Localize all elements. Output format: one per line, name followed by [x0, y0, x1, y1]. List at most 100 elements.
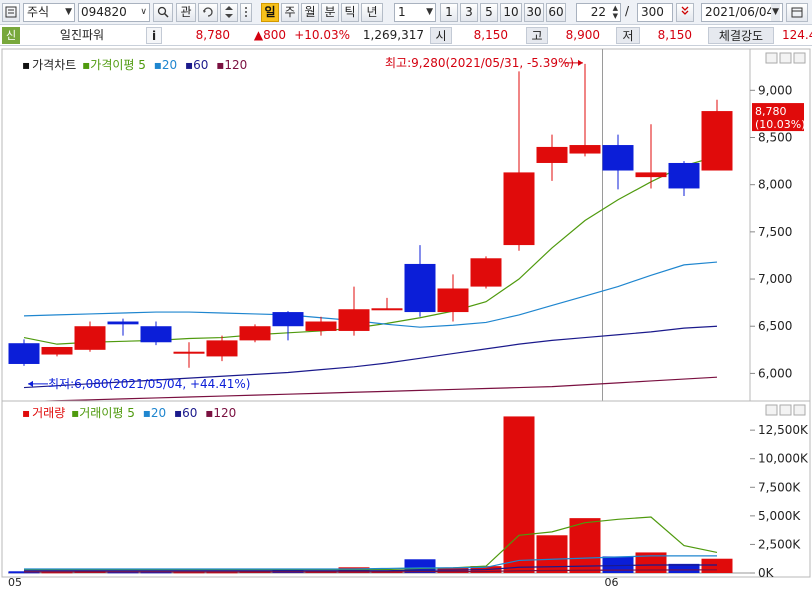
stepper-button[interactable]: [220, 3, 238, 22]
sync-button[interactable]: [198, 3, 218, 22]
candle-body: [404, 263, 436, 313]
volume-bar: [701, 558, 733, 573]
candle-body: [107, 321, 139, 325]
legend-vma60: ▪60: [173, 406, 198, 420]
total-count-value: 300: [641, 5, 664, 19]
candle-body: [338, 309, 370, 331]
legend-vma20-label: 20: [150, 406, 167, 420]
market-select[interactable]: 주식 ▼: [23, 3, 75, 22]
period-year-button[interactable]: 년: [361, 3, 383, 22]
low-label: 저: [616, 27, 640, 44]
candle-body: [272, 312, 304, 327]
candle-body: [140, 326, 172, 343]
legend-ma120: ▪120: [216, 58, 248, 72]
low-price: 8,150: [657, 28, 692, 42]
legend-vma120: ▪120: [205, 406, 237, 420]
close-icon: [793, 404, 806, 416]
stock-chart[interactable]: 6,000 6,500 7,000 7,500 8,000 8,500 9,000 최고:9,…: [0, 47, 812, 590]
price-axis-label: 6,500: [758, 319, 792, 333]
legend-vma5: ▪거래이평 5: [71, 406, 135, 420]
search-button[interactable]: [153, 3, 173, 22]
toggle-button[interactable]: [676, 3, 694, 22]
stock-info-button[interactable]: i: [146, 27, 162, 44]
volume-axis-label: 10,000K: [758, 452, 809, 466]
candle-body: [41, 346, 73, 355]
candle-body: [305, 321, 337, 331]
legend-vma120-label: 120: [213, 406, 237, 420]
volume-axis-label: 7,500K: [758, 480, 801, 494]
chevron-down-icon: ∨: [140, 7, 147, 17]
candle-body: [437, 288, 469, 313]
low-annotation: 최저:6,080(2021/05/04, +44.41%): [48, 377, 250, 391]
interval-select[interactable]: 1 ▼: [394, 3, 436, 22]
stock-name[interactable]: 일진파워: [22, 26, 142, 45]
quote-info-bar: 신 일진파워 i 8,780 ▲800 +10.03% 1,269,317 시 …: [0, 26, 812, 46]
interval-60-button[interactable]: 60: [546, 3, 566, 22]
candle-body: [701, 111, 733, 171]
menu-button[interactable]: [240, 3, 252, 22]
legend-marker: ▪: [22, 58, 31, 72]
maximize-icon: [779, 52, 792, 64]
legend-vma20: ▪20: [142, 406, 167, 420]
interval-30-button[interactable]: 30: [524, 3, 544, 22]
period-minute-button[interactable]: 분: [321, 3, 339, 22]
period-day-button[interactable]: 일: [261, 3, 279, 22]
candle-body: [239, 326, 271, 341]
price-change: ▲800: [253, 28, 286, 42]
stepper-icon: ▲ ▼: [612, 4, 618, 20]
candle-body: [569, 145, 601, 154]
legend-ma120-label: 120: [224, 58, 248, 72]
interval-1-button[interactable]: 1: [440, 3, 458, 22]
settings-icon[interactable]: [2, 3, 20, 22]
search-icon: [157, 6, 169, 18]
price-axis-label: 9,000: [758, 83, 792, 97]
open-price: 8,150: [473, 28, 508, 42]
volume-pane[interactable]: 05 06 0K 2,500K 5,000K 7,500K 10,000K 12,500K: [1, 400, 811, 589]
volume-legend: ▪ 거래량 ▪거래이평 5 ▪20 ▪60 ▪120: [22, 404, 240, 421]
candle-body: [206, 340, 238, 357]
interval-5-button[interactable]: 5: [480, 3, 498, 22]
stock-code-value: 094820: [81, 5, 127, 19]
display-count-input[interactable]: 22 ▲ ▼: [576, 3, 621, 22]
open-label: 시: [430, 27, 452, 44]
legend-ma5-label: 가격이평 5: [90, 58, 146, 72]
volume-bar: [503, 416, 535, 573]
volume-chart-title: 거래량: [32, 406, 66, 420]
candle-body: [503, 172, 535, 246]
display-count-value: 22: [590, 5, 606, 19]
period-week-button[interactable]: 주: [281, 3, 299, 22]
price-axis-label: 7,000: [758, 272, 792, 286]
up-down-icon: [225, 6, 233, 18]
high-price: 8,900: [565, 28, 600, 42]
close-icon: [793, 52, 806, 64]
chevron-down-icon: ▼: [426, 7, 433, 17]
interval-3-button[interactable]: 3: [460, 3, 478, 22]
count-separator: /: [625, 4, 630, 18]
volume-pane-frame: [1, 400, 811, 578]
high-annotation: 최고:9,280(2021/05/31, -5.39%): [385, 56, 574, 70]
period-tick-button[interactable]: 틱: [341, 3, 359, 22]
date-picker-button[interactable]: [786, 3, 808, 22]
interest-button[interactable]: 관: [176, 3, 196, 22]
price-chart-title: 가격차트: [32, 58, 77, 72]
date-input[interactable]: 2021/06/04 ▼: [701, 3, 783, 22]
minimize-icon: [765, 404, 778, 416]
refresh-icon: [203, 7, 213, 17]
legend-ma60: ▪60: [184, 58, 209, 72]
legend-ma20: ▪20: [153, 58, 178, 72]
candle-body: [536, 146, 568, 163]
interval-10-button[interactable]: 10: [500, 3, 522, 22]
current-price-label: 8,780: [755, 105, 787, 118]
chevron-down-icon: ▼: [65, 7, 72, 17]
candle-body: [602, 145, 634, 171]
candle-body: [668, 162, 700, 189]
date-value: 2021/06/04: [705, 5, 775, 19]
current-rate-label: (10.03%): [755, 118, 806, 131]
total-count-input[interactable]: 300: [637, 3, 673, 22]
chart-toolbar: 주식 ▼ 094820 ∨ 관 일 주 월 분 틱 년 1 ▼ 1 3 5 10…: [0, 0, 812, 25]
candle-body: [8, 343, 40, 364]
period-month-button[interactable]: 월: [301, 3, 319, 22]
candle-body: [470, 258, 502, 287]
stock-code-input[interactable]: 094820 ∨: [78, 3, 150, 22]
more-icon: [245, 7, 247, 17]
